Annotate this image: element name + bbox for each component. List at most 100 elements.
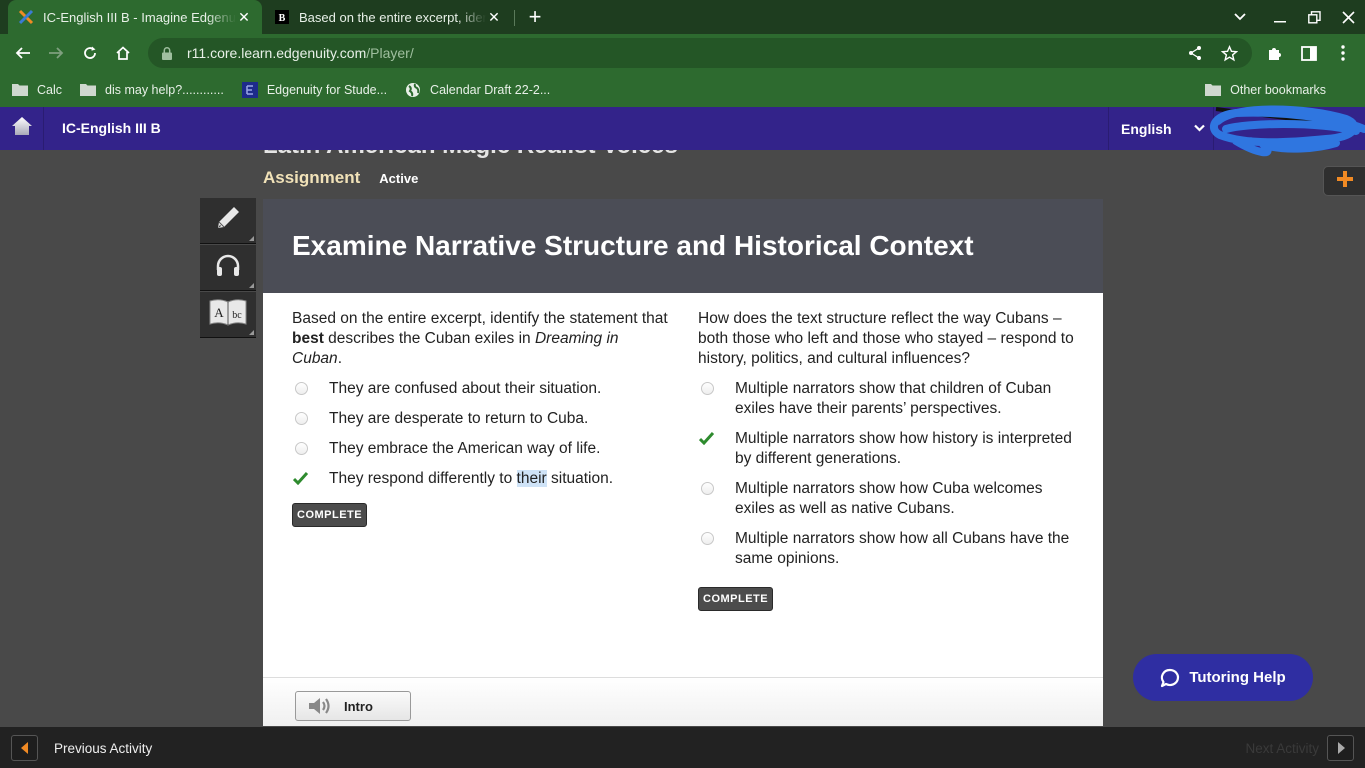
other-bookmarks-label: Other bookmarks [1230,82,1326,97]
bookmark-label: Calendar Draft 22-2... [430,82,551,97]
close-window-icon[interactable] [1331,0,1365,34]
lesson-title: Examine Narrative Structure and Historic… [292,230,974,261]
folder-icon [1205,82,1222,98]
expand-plus-button[interactable] [1323,166,1365,196]
next-activity-button[interactable]: Next Activity [1245,735,1354,761]
plus-icon [1337,170,1353,192]
close-tab-icon[interactable]: ✕ [236,9,252,25]
answer-option[interactable]: Multiple narrators show that children of… [698,379,1078,419]
home-icon[interactable] [109,39,137,67]
radio-button[interactable] [701,382,714,395]
checkmark-icon [292,471,309,486]
bookmark-calc[interactable]: Calc [12,82,62,98]
window-controls [1223,0,1365,34]
checkmark-icon [698,431,715,446]
extensions-puzzle-icon[interactable] [1261,39,1289,67]
option-text: Multiple narrators show how history is i… [735,430,1072,467]
prompt-text: Based on the entire excerpt, identify th… [292,310,668,327]
activity-type: Assignment [263,168,361,187]
radio-button[interactable] [701,532,714,545]
option-text-part: They respond differently to [329,470,517,487]
highlighted-word: their [516,470,547,487]
question-2: How does the text structure reflect the … [698,309,1078,611]
answer-option[interactable]: They are desperate to return to Cuba. [292,409,672,429]
radio-button[interactable] [701,482,714,495]
bookmark-dis-may-help[interactable]: dis may help?............ [80,82,224,98]
option-text: They are desperate to return to Cuba. [329,410,589,427]
language-select[interactable]: English [1108,107,1214,150]
answer-option-selected[interactable]: They respond differently to their situat… [292,469,672,489]
tab-search-chevron-icon[interactable] [1223,0,1257,34]
globe-icon [405,82,421,98]
complete-badge: COMPLETE [292,503,368,527]
prompt-text: . [337,350,342,367]
speaker-icon [308,696,332,716]
option-text-part: situation. [546,470,614,487]
audio-tool-button[interactable] [200,245,256,291]
bookmarks-bar: Calc dis may help?............ Edgenuity… [0,72,1365,107]
radio-button[interactable] [295,412,308,425]
lock-icon[interactable] [162,46,174,60]
glossary-tool-button[interactable]: Abc [200,292,256,338]
tab-separator [514,10,515,26]
answer-option[interactable]: Multiple narrators show how Cuba welcome… [698,479,1078,519]
question-1: Based on the entire excerpt, identify th… [292,309,672,527]
minimize-icon[interactable] [1263,0,1297,34]
answer-option-selected[interactable]: Multiple narrators show how history is i… [698,429,1078,469]
radio-button[interactable] [295,382,308,395]
previous-activity-button[interactable]: Previous Activity [11,735,152,761]
new-tab-button[interactable]: + [524,6,546,28]
option-text: Multiple narrators show that children of… [735,380,1052,417]
restore-icon[interactable] [1297,0,1331,34]
chrome-menu-icon[interactable] [1329,39,1357,67]
reload-icon[interactable] [76,39,104,67]
bookmark-label: dis may help?............ [105,82,224,97]
home-button[interactable] [0,107,44,150]
question-prompt: Based on the entire excerpt, identify th… [292,309,672,369]
back-arrow-icon[interactable] [9,39,37,67]
answer-option[interactable]: Multiple narrators show how all Cubans h… [698,529,1078,569]
bookmark-star-icon[interactable] [1218,42,1240,64]
notes-tool-button[interactable] [200,198,256,244]
next-activity-label: Next Activity [1245,740,1319,756]
share-icon[interactable] [1184,42,1206,64]
answer-option[interactable]: They embrace the American way of life. [292,439,672,459]
headphones-icon [214,252,242,283]
chat-bubble-icon [1160,668,1180,688]
option-text: Multiple narrators show how all Cubans h… [735,530,1070,567]
option-text: They are confused about their situation. [329,380,602,397]
radio-button[interactable] [295,442,308,455]
activity-status: Active [379,171,419,186]
close-tab-icon[interactable]: ✕ [486,9,502,25]
intro-audio-button[interactable]: Intro [295,691,411,721]
svg-text:B: B [279,13,286,24]
address-bar[interactable]: r11.core.learn.edgenuity.com/Player/ [148,38,1252,68]
lesson-panel: Examine Narrative Structure and Historic… [263,199,1103,726]
folder-icon [12,82,28,98]
option-text: They respond differently to their situat… [329,470,613,487]
tools-sidebar: Abc [200,198,256,339]
browser-tab-edgenuity[interactable]: IC-English III B - Imagine Edgenuity ✕ [8,0,262,34]
url-host: r11.core.learn.edgenuity.com [187,45,367,61]
language-value: English [1121,120,1172,137]
forward-arrow-icon[interactable] [42,39,70,67]
tutoring-help-button[interactable]: Tutoring Help [1133,654,1313,701]
lesson-header: Examine Narrative Structure and Historic… [263,199,1103,293]
previous-activity-label: Previous Activity [54,740,153,756]
svg-text:A: A [214,305,224,320]
activity-nav-bar: Previous Activity Next Activity [0,727,1365,768]
bookmark-calendar-draft[interactable]: Calendar Draft 22-2... [405,82,550,98]
edgenuity-x-icon [18,9,34,25]
browser-tab-strip: IC-English III B - Imagine Edgenuity ✕ B… [0,0,1365,34]
panel-footer: Intro [263,677,1103,726]
activity-info: Assignment Active [263,168,418,188]
side-panel-icon[interactable] [1295,39,1323,67]
prompt-bold: best [292,330,324,347]
answer-option[interactable]: They are confused about their situation. [292,379,672,399]
home-icon [11,116,33,141]
tab-title: Based on the entire excerpt, identify th… [299,9,486,25]
option-text: Multiple narrators show how Cuba welcome… [735,480,1043,517]
course-title: IC-English III B [62,120,161,136]
browser-tab-brainly[interactable]: B Based on the entire excerpt, identify … [264,0,512,34]
bookmark-edgenuity-for-students[interactable]: Edgenuity for Stude... [241,81,387,98]
